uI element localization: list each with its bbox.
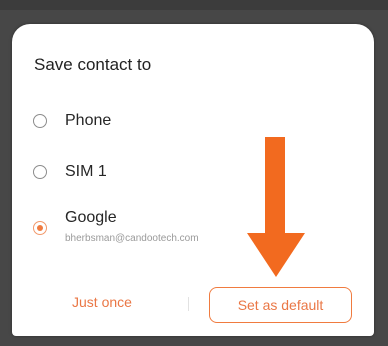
google-radio[interactable] (33, 221, 47, 235)
phone-radio[interactable] (33, 114, 47, 128)
google-account-email: bherbsman@candootech.com (65, 233, 199, 244)
save-contact-dialog: Save contact to Phone SIM 1 Google bherb… (12, 24, 374, 336)
dialog-title: Save contact to (34, 55, 152, 74)
option-phone[interactable]: Phone (33, 109, 111, 133)
just-once-button[interactable]: Just once (72, 294, 132, 310)
sim1-radio[interactable] (33, 165, 47, 179)
down-arrow-icon (247, 137, 305, 277)
option-sim1-label: SIM 1 (65, 163, 107, 180)
option-google[interactable]: Google bherbsman@candootech.com (33, 209, 283, 257)
option-phone-label: Phone (65, 112, 112, 129)
screen: Save contact to Phone SIM 1 Google bherb… (0, 0, 388, 346)
arrow-shaft (265, 137, 285, 235)
option-google-label: Google (65, 209, 117, 226)
button-divider (188, 297, 189, 311)
arrow-head (247, 233, 305, 277)
dimmed-app-bar (0, 0, 388, 10)
set-as-default-button[interactable]: Set as default (209, 287, 352, 323)
option-sim1[interactable]: SIM 1 (33, 160, 107, 184)
